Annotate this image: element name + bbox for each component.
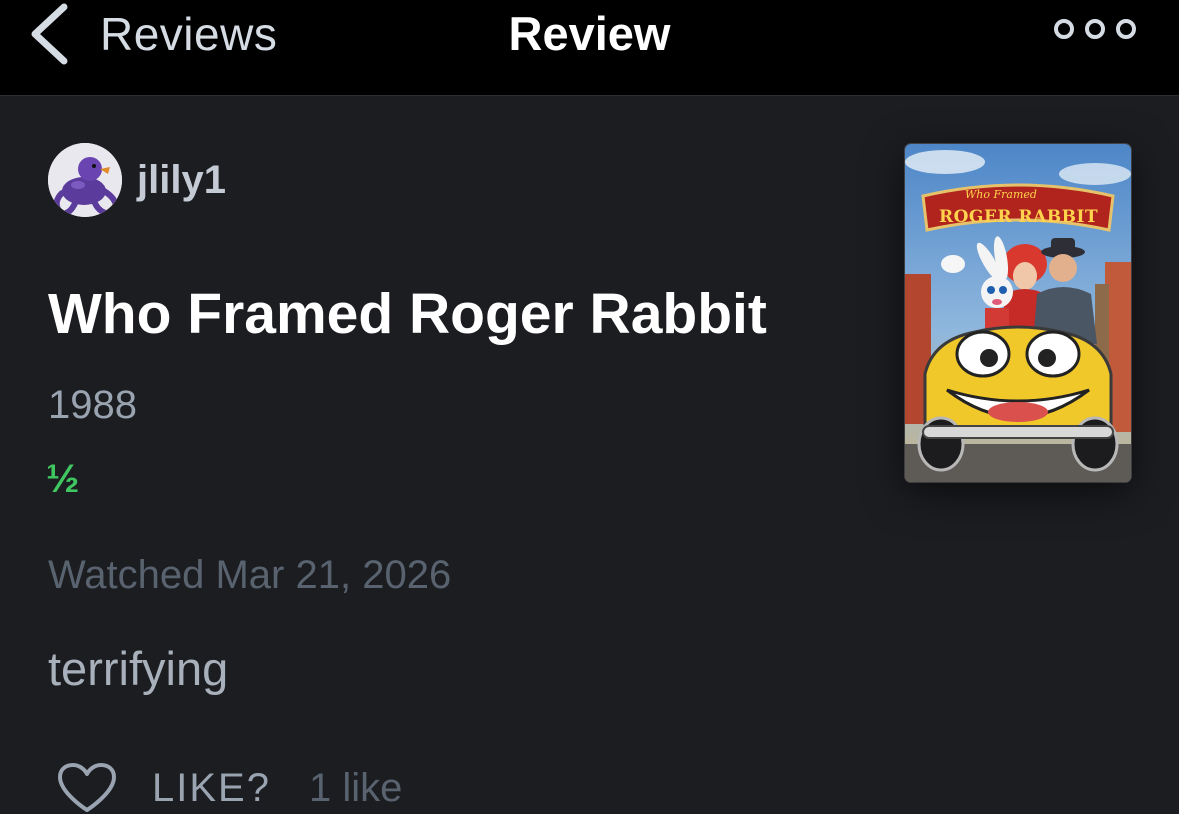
poster-artwork: Who Framed ROGER RABBIT <box>905 144 1131 482</box>
like-count[interactable]: 1 like <box>309 766 402 811</box>
review-author[interactable]: jlily1 <box>48 143 226 217</box>
username[interactable]: jlily1 <box>137 158 226 203</box>
navigation-bar: Reviews Review <box>0 0 1179 96</box>
film-title[interactable]: Who Framed Roger Rabbit <box>48 281 767 347</box>
film-year[interactable]: 1988 <box>48 383 137 428</box>
film-poster[interactable]: Who Framed ROGER RABBIT <box>905 144 1131 482</box>
star-rating: ½ <box>46 457 80 501</box>
back-button-label: Reviews <box>100 8 278 60</box>
like-button[interactable]: LIKE? <box>152 766 271 811</box>
back-button[interactable]: Reviews <box>26 0 277 68</box>
review-body: terrifying <box>48 642 229 695</box>
duck-avatar-icon <box>48 143 122 217</box>
poster-title-big: ROGER RABBIT <box>939 207 1098 227</box>
like-row: LIKE? 1 like <box>56 762 402 814</box>
heart-icon[interactable] <box>56 762 118 814</box>
watched-date: Watched Mar 21, 2026 <box>48 553 452 597</box>
more-dots-icon[interactable] <box>1052 14 1138 44</box>
avatar[interactable] <box>48 143 122 217</box>
chevron-left-icon <box>31 3 68 65</box>
poster-title-small: Who Framed <box>965 188 1037 201</box>
